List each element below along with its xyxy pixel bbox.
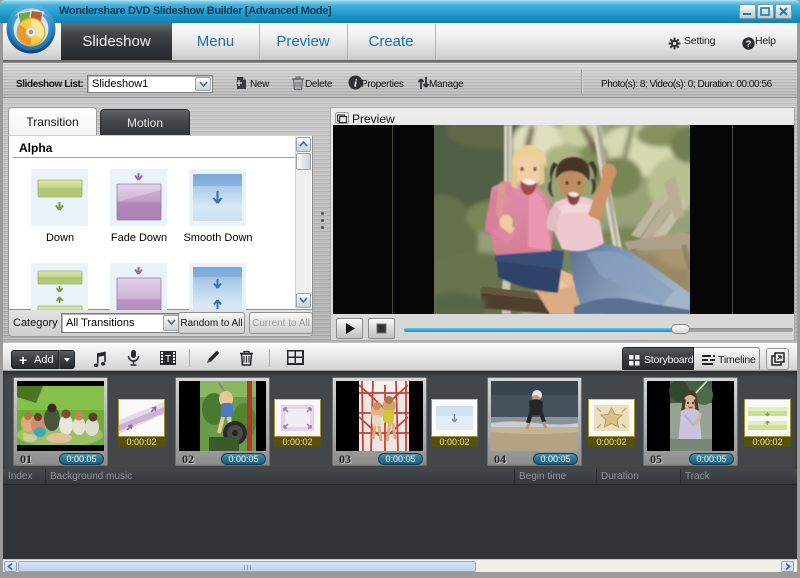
- svg-text:T: T: [165, 354, 171, 365]
- svg-text:?: ?: [746, 38, 752, 49]
